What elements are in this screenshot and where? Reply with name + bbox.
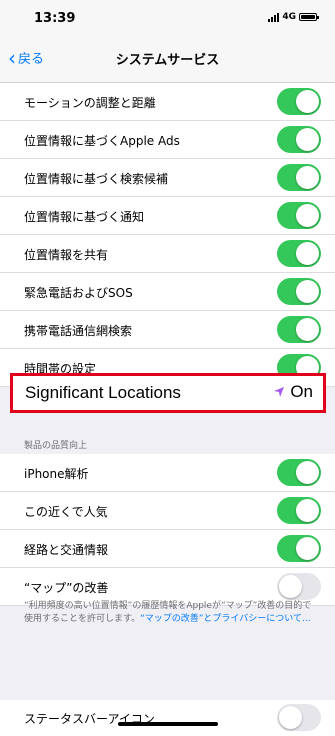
significant-locations-value: On bbox=[290, 382, 313, 401]
setting-toggle[interactable] bbox=[277, 126, 321, 153]
setting-toggle[interactable] bbox=[277, 240, 321, 267]
status-bar: 13:39 4G bbox=[0, 0, 335, 36]
setting-label: 位置情報を共有 bbox=[24, 248, 109, 262]
setting-row: 位置情報を共有 bbox=[0, 235, 335, 273]
network-label: 4G bbox=[282, 12, 296, 22]
setting-label: 位置情報に基づく検索候補 bbox=[24, 172, 169, 186]
setting-toggle[interactable] bbox=[277, 316, 321, 343]
setting-row: iPhone解析 bbox=[0, 454, 335, 492]
significant-locations-row[interactable]: Significant Locations On bbox=[10, 373, 326, 413]
setting-toggle[interactable] bbox=[277, 573, 321, 600]
significant-locations-label: Significant Locations bbox=[25, 383, 181, 402]
setting-row: 経路と交通情報 bbox=[0, 530, 335, 568]
location-arrow-icon bbox=[274, 387, 284, 397]
setting-label: モーションの調整と距離 bbox=[24, 96, 156, 110]
setting-row: 位置情報に基づくApple Ads bbox=[0, 121, 335, 159]
status-indicators: 4G bbox=[268, 12, 319, 22]
setting-label: この近くで人気 bbox=[24, 505, 108, 519]
footer-description: “利用頻度の高い位置情報”の履歴情報をAppleが“マップ”改善の目的で使用する… bbox=[24, 600, 314, 626]
setting-row: 携帯電話通信網検索 bbox=[0, 311, 335, 349]
setting-toggle[interactable] bbox=[277, 497, 321, 524]
setting-toggle[interactable] bbox=[277, 278, 321, 305]
navigation-bar: ‹ 戻る システムサービス bbox=[0, 36, 335, 83]
privacy-link[interactable]: “マップの改善”とプライバシーについて... bbox=[140, 614, 310, 624]
home-indicator bbox=[118, 722, 218, 726]
setting-toggle[interactable] bbox=[277, 88, 321, 115]
section-header: 製品の品質向上 bbox=[24, 441, 88, 451]
setting-row: モーションの調整と距離 bbox=[0, 83, 335, 121]
signal-icon bbox=[268, 12, 280, 22]
setting-toggle[interactable] bbox=[277, 459, 321, 486]
battery-icon bbox=[299, 13, 319, 21]
page-title: システムサービス bbox=[115, 53, 220, 68]
product-improvement-list: iPhone解析この近くで人気 経路と交通情報 “マップ”の改善 bbox=[0, 454, 335, 606]
setting-label: 位置情報に基づくApple Ads bbox=[24, 134, 180, 148]
setting-toggle[interactable] bbox=[277, 535, 321, 562]
status-bar-icon-toggle[interactable] bbox=[277, 704, 321, 731]
setting-label: 緊急電話およびSOS bbox=[24, 286, 133, 300]
status-bar-icon-row: ステータスバーアイコン bbox=[0, 700, 335, 736]
setting-label: “マップ”の改善 bbox=[24, 581, 109, 595]
setting-row: この近くで人気 bbox=[0, 492, 335, 530]
setting-label: 位置情報に基づく通知 bbox=[24, 210, 145, 224]
setting-label: 経路と交通情報 bbox=[24, 543, 109, 557]
setting-toggle[interactable] bbox=[277, 164, 321, 191]
setting-label: iPhone解析 bbox=[24, 467, 89, 481]
system-services-list: モーションの調整と距離位置情報に基づくApple Ads 位置情報に基づく検索候補… bbox=[0, 83, 335, 387]
status-time: 13:39 bbox=[34, 11, 76, 26]
setting-row: 位置情報に基づく通知 bbox=[0, 197, 335, 235]
setting-label: 携帯電話通信網検索 bbox=[24, 324, 133, 338]
setting-row: 位置情報に基づく検索候補 bbox=[0, 159, 335, 197]
setting-toggle[interactable] bbox=[277, 202, 321, 229]
setting-row: 緊急電話およびSOS bbox=[0, 273, 335, 311]
